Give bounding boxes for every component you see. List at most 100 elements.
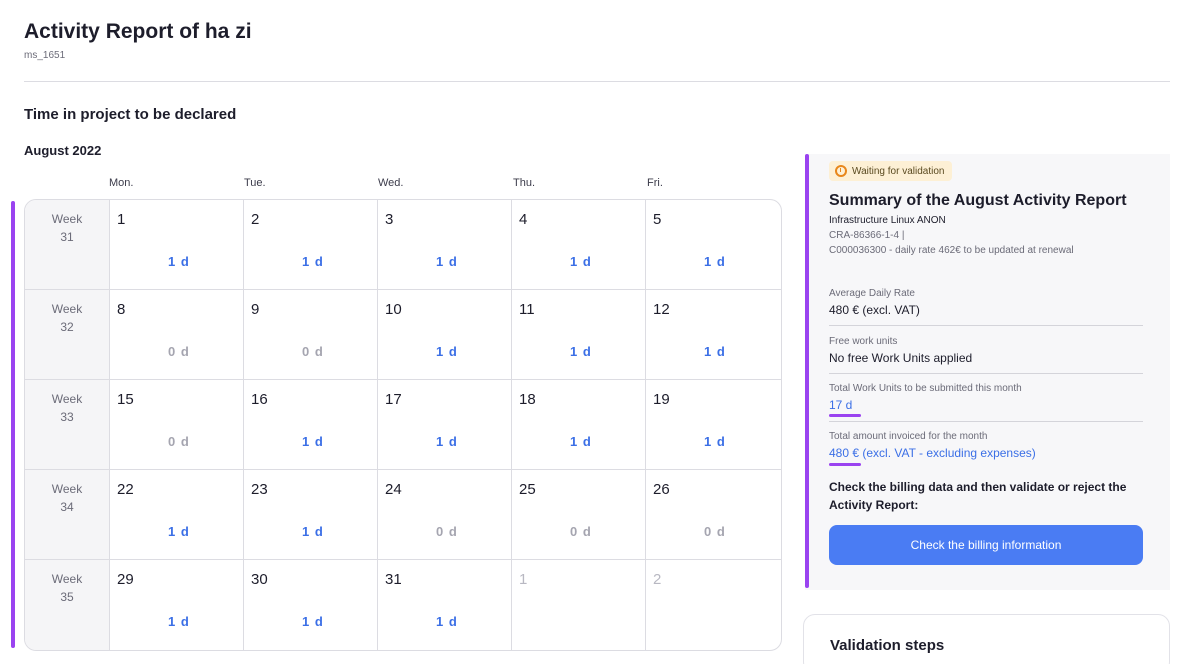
summary-title: Summary of the August Activity Report (829, 192, 1127, 209)
day-number: 22 (117, 481, 134, 498)
calendar-day-cell[interactable]: 19 1 d (646, 380, 781, 470)
day-value: 1 d (570, 434, 592, 449)
calendar-day-cell[interactable]: 4 1 d (512, 200, 646, 290)
day-header: Thu. (513, 177, 536, 189)
day-header: Mon. (109, 177, 134, 189)
calendar-day-cell[interactable]: 30 1 d (244, 560, 378, 650)
validation-steps-title: Validation steps (830, 637, 945, 654)
day-value: 1 d (168, 254, 190, 269)
calendar-grid: Week 31 1 1 d 2 1 d 3 1 d 4 1 d 5 1 d Week 32 8 0 d 9 0 d… (24, 199, 782, 651)
calendar-day-cell[interactable]: 31 1 d (378, 560, 512, 650)
day-number: 8 (117, 301, 126, 318)
check-billing-button[interactable]: Check the billing information (829, 525, 1143, 565)
day-value: 1 d (704, 254, 726, 269)
week-label: Week 34 (25, 470, 110, 560)
week-label-text: Week (51, 392, 83, 406)
day-number: 16 (251, 391, 268, 408)
day-value: 0 d (704, 524, 726, 539)
day-number: 10 (385, 301, 402, 318)
day-value: 1 d (168, 614, 190, 629)
calendar-day-cell[interactable]: 15 0 d (110, 380, 244, 470)
activity-report-page: Activity Report of ha zi ms_1651 Time in… (0, 0, 1200, 664)
day-number: 19 (653, 391, 670, 408)
day-number: 17 (385, 391, 402, 408)
calendar-day-cell[interactable]: 18 1 d (512, 380, 646, 470)
day-value: 1 d (168, 524, 190, 539)
day-value: 0 d (436, 524, 458, 539)
calendar-day-cell[interactable]: 8 0 d (110, 290, 244, 380)
day-number: 5 (653, 211, 662, 228)
day-number: 15 (117, 391, 134, 408)
day-header: Fri. (647, 177, 663, 189)
week-label-text: Week (51, 482, 83, 496)
total-amount-value: 480 € (excl. VAT - excluding expenses) (829, 446, 1036, 460)
month-title: August 2022 (24, 143, 102, 158)
calendar-day-cell[interactable]: 2 1 d (244, 200, 378, 290)
average-daily-rate-label: Average Daily Rate (829, 288, 915, 299)
average-daily-rate-value: 480 € (excl. VAT) (829, 303, 920, 317)
calendar-day-cell[interactable]: 29 1 d (110, 560, 244, 650)
day-number: 23 (251, 481, 268, 498)
day-value: 1 d (436, 434, 458, 449)
day-number: 1 (117, 211, 126, 228)
day-number: 2 (653, 571, 662, 588)
week-number: 32 (60, 320, 74, 334)
day-number: 2 (251, 211, 260, 228)
contract-reference: CRA-86366-1-4 | (829, 230, 905, 241)
check-instructions: Check the billing data and then validate… (829, 480, 1127, 512)
field-divider (829, 325, 1143, 326)
amount-highlight (829, 463, 861, 466)
calendar-day-cell: 1 (512, 560, 646, 650)
day-value: 1 d (704, 344, 726, 359)
day-header: Tue. (244, 177, 266, 189)
calendar-accent-bar (11, 201, 15, 648)
calendar-day-cell[interactable]: 10 1 d (378, 290, 512, 380)
section-title: Time in project to be declared (24, 106, 237, 123)
day-number: 31 (385, 571, 402, 588)
contract-note: C000036300 - daily rate 462€ to be updat… (829, 245, 1074, 256)
day-value: 1 d (302, 524, 324, 539)
calendar-day-cell[interactable]: 17 1 d (378, 380, 512, 470)
calendar-day-cell[interactable]: 12 1 d (646, 290, 781, 380)
free-work-units-value: No free Work Units applied (829, 351, 973, 365)
total-amount-label: Total amount invoiced for the month (829, 431, 988, 442)
week-number: 35 (60, 590, 74, 604)
calendar-day-cell[interactable]: 11 1 d (512, 290, 646, 380)
day-number: 11 (519, 301, 535, 318)
header-divider (24, 81, 1170, 82)
day-value: 1 d (436, 344, 458, 359)
calendar-day-cell[interactable]: 22 1 d (110, 470, 244, 560)
calendar-day-cell[interactable]: 16 1 d (244, 380, 378, 470)
day-number: 4 (519, 211, 528, 228)
free-work-units-label: Free work units (829, 336, 898, 347)
calendar-day-cell[interactable]: 9 0 d (244, 290, 378, 380)
week-number: 33 (60, 410, 74, 424)
status-badge: Waiting for validation (829, 161, 953, 181)
day-value: 0 d (302, 344, 324, 359)
week-label: Week 31 (25, 200, 110, 290)
timer-icon (835, 165, 847, 177)
calendar-day-cell[interactable]: 5 1 d (646, 200, 781, 290)
day-number: 24 (385, 481, 402, 498)
calendar-day-cell[interactable]: 25 0 d (512, 470, 646, 560)
week-label-text: Week (51, 212, 83, 226)
day-value: 1 d (302, 614, 324, 629)
day-number: 12 (653, 301, 670, 318)
week-label: Week 33 (25, 380, 110, 470)
day-value: 1 d (302, 254, 324, 269)
week-label-text: Week (51, 572, 83, 586)
calendar-day-cell[interactable]: 26 0 d (646, 470, 781, 560)
week-number: 34 (60, 500, 74, 514)
day-value: 0 d (168, 434, 190, 449)
calendar-day-cell[interactable]: 23 1 d (244, 470, 378, 560)
calendar-day-cell[interactable]: 3 1 d (378, 200, 512, 290)
day-value: 1 d (570, 254, 592, 269)
day-number: 18 (519, 391, 536, 408)
day-value: 1 d (436, 614, 458, 629)
day-number: 29 (117, 571, 134, 588)
project-name: Infrastructure Linux ANON (829, 215, 946, 226)
calendar-day-cell[interactable]: 24 0 d (378, 470, 512, 560)
calendar-day-cell[interactable]: 1 1 d (110, 200, 244, 290)
day-number: 25 (519, 481, 536, 498)
week-label-text: Week (51, 302, 83, 316)
